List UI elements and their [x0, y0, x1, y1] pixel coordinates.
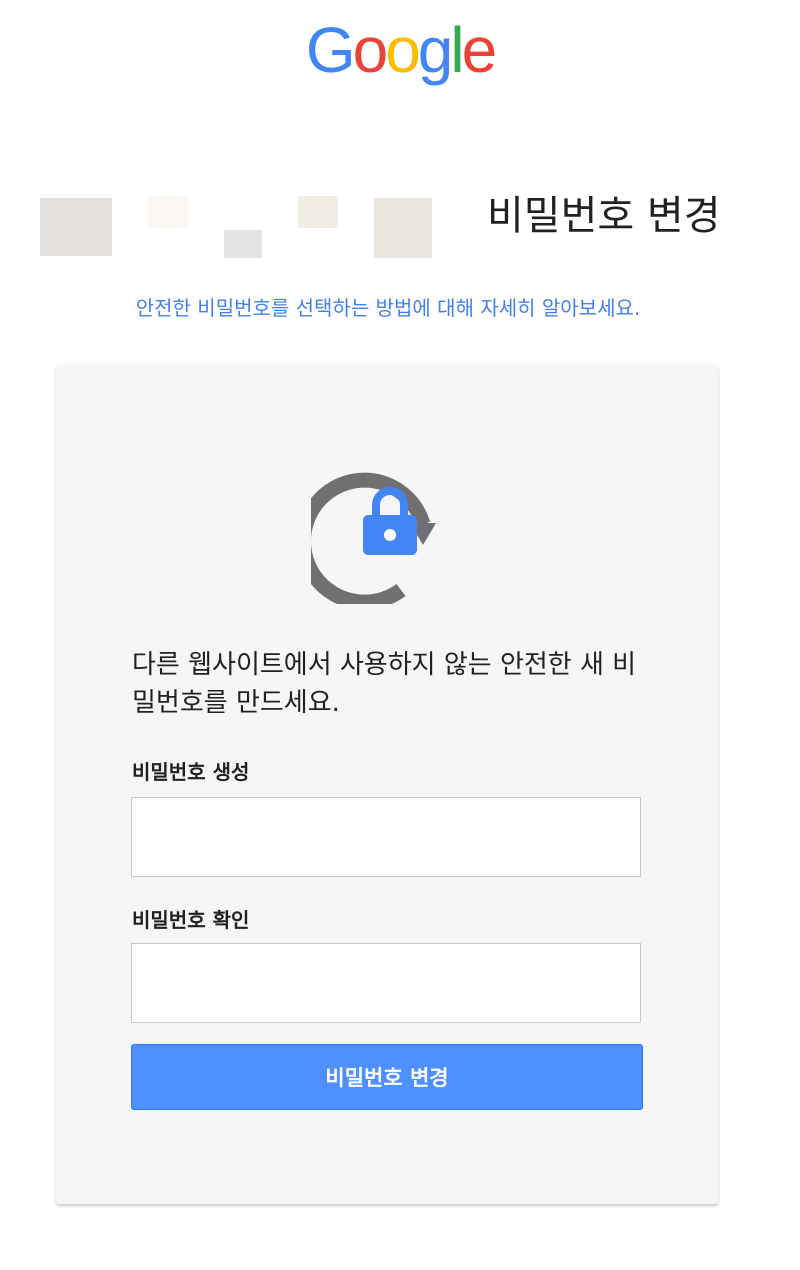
redacted-block: [148, 196, 188, 228]
logo-letter: l: [450, 14, 464, 86]
redacted-block: [224, 230, 262, 258]
lock-rotate-icon: [311, 472, 436, 604]
redacted-block: [374, 198, 432, 258]
change-password-button[interactable]: 비밀번호 변경: [131, 1044, 643, 1110]
logo-letter: g: [417, 14, 454, 86]
logo-letter: o: [385, 14, 421, 86]
logo-letter: e: [461, 14, 498, 86]
new-password-label: 비밀번호 생성: [132, 760, 250, 784]
confirm-password-label: 비밀번호 확인: [132, 908, 250, 932]
logo-letter: G: [305, 14, 356, 86]
confirm-password-field[interactable]: [131, 943, 641, 1023]
google-logo: Google: [0, 18, 800, 82]
instruction-text: 다른 웹사이트에서 사용하지 않는 안전한 새 비밀번호를 만드세요.: [132, 650, 637, 718]
redacted-block: [40, 198, 112, 256]
password-help-link[interactable]: 안전한 비밀번호를 선택하는 방법에 대해 자세히 알아보세요.: [0, 292, 776, 321]
page: Google 비밀번호 변경 안전한 비밀번호를 선택하는 방법에 대해 자세히…: [0, 0, 800, 1270]
new-password-field[interactable]: [131, 797, 641, 877]
page-heading: 비밀번호 변경: [40, 190, 760, 262]
logo-letter: o: [352, 14, 389, 86]
change-password-card: 다른 웹사이트에서 사용하지 않는 안전한 새 비밀번호를 만드세요. 비밀번호…: [56, 364, 718, 1204]
page-title: 비밀번호 변경: [487, 193, 721, 239]
redacted-block: [298, 196, 338, 228]
